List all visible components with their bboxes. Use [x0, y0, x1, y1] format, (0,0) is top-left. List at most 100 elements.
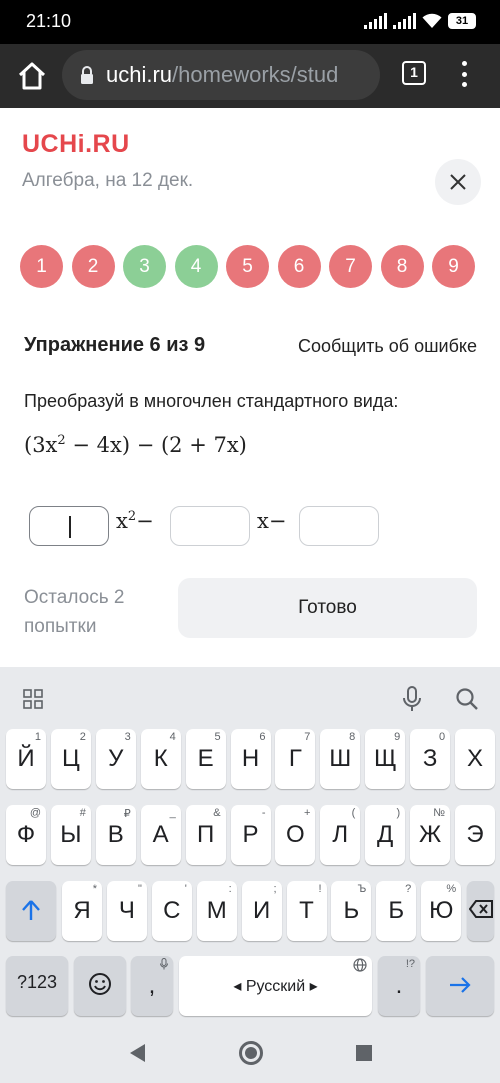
key-З[interactable]: 0З [410, 729, 451, 789]
step-1[interactable]: 1 [20, 245, 63, 288]
key-alt-label: !? [405, 958, 415, 970]
comma-key[interactable]: , [131, 956, 173, 1016]
recent-apps-icon[interactable] [356, 1045, 372, 1061]
emoji-icon [89, 973, 111, 995]
key-label: Ю [429, 897, 454, 924]
key-label: Ф [16, 821, 36, 848]
key-Л[interactable]: (Л [320, 805, 361, 865]
tab-switcher-button[interactable]: 1 [402, 61, 426, 85]
constant-input[interactable] [299, 506, 379, 546]
key-alt-label: ( [351, 807, 356, 819]
url-bar[interactable]: uchi.ru/homeworks/stud [62, 50, 380, 100]
key-label: У [108, 745, 124, 772]
key-К[interactable]: 4К [140, 729, 181, 789]
key-Т[interactable]: ! Т [286, 881, 327, 941]
symbols-key[interactable]: ?123 [6, 956, 68, 1016]
close-button[interactable] [435, 159, 481, 205]
apps-grid-icon[interactable] [23, 689, 43, 709]
key-Ч[interactable]: " Ч [106, 881, 147, 941]
key-П[interactable]: & П [185, 805, 226, 865]
emoji-key[interactable] [74, 956, 126, 1016]
key-alt-label: _ [169, 807, 176, 819]
key-Э[interactable]: Э [455, 805, 495, 865]
step-6[interactable]: 6 [277, 245, 321, 288]
step-2[interactable]: 2 [71, 245, 115, 288]
key-label [6, 897, 56, 928]
step-5[interactable]: 5 [226, 245, 269, 288]
key-label: С [163, 897, 181, 924]
key-label: Ч [118, 897, 135, 924]
backspace-key[interactable] [467, 881, 494, 941]
back-icon[interactable] [128, 1043, 146, 1063]
key-label: Д [377, 821, 394, 848]
step-3[interactable]: 3 [123, 245, 166, 288]
key-Ы[interactable]: # Ы [50, 805, 91, 865]
coef-x2-input[interactable] [29, 506, 109, 546]
report-error-link[interactable]: Сообщить об ошибке [298, 336, 477, 357]
key-alt-label: # [79, 807, 86, 819]
shift-key[interactable] [6, 881, 56, 941]
key-С[interactable]: ' С [151, 881, 192, 941]
key-О[interactable]: + О [275, 805, 316, 865]
home-nav-icon[interactable] [239, 1041, 263, 1065]
more-menu-icon[interactable] [458, 58, 470, 90]
lang-right-arrow: ▸ [305, 978, 318, 995]
url-host: uchi.ru [106, 62, 173, 87]
onscreen-keyboard: 1 Й 2 Ц 3 У 4 К 5 Е 6 Н 7 Г 8 Ш 9 Щ 0 З Х @ Ф # Ы ₽ В _ А & П - Р + О(Л) Д №… [0, 667, 500, 1023]
step-8[interactable]: 8 [380, 245, 424, 288]
enter-key[interactable] [426, 956, 494, 1016]
key-Г[interactable]: 7Г [275, 729, 316, 789]
key-alt-label: 7 [304, 731, 311, 743]
x2-label-base: x [116, 509, 128, 533]
key-label [74, 972, 126, 1003]
step-7[interactable]: 7 [329, 245, 372, 288]
globe-icon [353, 958, 367, 975]
x2-label-exponent: 2 [127, 509, 137, 524]
key-М[interactable]: :М [196, 881, 237, 941]
key-В[interactable]: ₽ В [95, 805, 136, 865]
space-key[interactable]: ◂ Русский ▸ [179, 956, 372, 1016]
key-Ю[interactable]: % Ю [421, 881, 462, 941]
key-alt-label: ₽ [123, 808, 131, 820]
search-icon[interactable] [455, 687, 479, 711]
home-icon[interactable] [16, 60, 48, 92]
key-label: Б [388, 897, 405, 924]
period-key[interactable]: !?. [378, 956, 420, 1016]
key-И[interactable]: ; И [241, 881, 282, 941]
key-Д[interactable]: ) Д [365, 805, 406, 865]
exercise-progress: 123456789 [20, 245, 475, 288]
key-Х[interactable]: Х [455, 729, 495, 789]
key-Н[interactable]: 6Н [230, 729, 271, 789]
step-9[interactable]: 9 [432, 245, 475, 288]
microphone-icon[interactable] [402, 686, 422, 712]
x-label: x− [257, 509, 287, 533]
key-alt-label: + [303, 807, 311, 819]
done-button[interactable]: Готово [178, 578, 477, 638]
key-Ж[interactable]: № Ж [410, 805, 451, 865]
shift-icon [22, 900, 40, 920]
key-label: Э [466, 821, 484, 848]
key-Ц[interactable]: 2Ц [50, 729, 91, 789]
key-У[interactable]: 3У [95, 729, 136, 789]
key-label: Е [197, 745, 214, 772]
key-Ь[interactable]: ЪЬ [331, 881, 372, 941]
key-Б[interactable]: ? Б [376, 881, 417, 941]
key-Ш[interactable]: 8Ш [320, 729, 361, 789]
key-alt-label: & [213, 807, 221, 819]
key-Щ[interactable]: 9Щ [365, 729, 406, 789]
status-icons: 31 [364, 13, 476, 29]
key-label: О [286, 821, 305, 848]
status-bar: 21:10 31 [0, 0, 500, 44]
key-А[interactable]: _ А [140, 805, 181, 865]
key-Ф[interactable]: @ Ф [6, 805, 46, 865]
key-alt-label: 3 [124, 731, 131, 743]
key-Р[interactable]: -Р [230, 805, 271, 865]
step-4[interactable]: 4 [174, 245, 218, 288]
homework-subject: Алгебра, на 12 дек. [22, 170, 194, 191]
coef-x-input[interactable] [170, 506, 250, 546]
key-Я[interactable]: * Я [62, 881, 102, 941]
key-Й[interactable]: 1Й [6, 729, 46, 789]
key-label: Ж [419, 821, 442, 848]
text-cursor [69, 516, 71, 538]
key-Е[interactable]: 5Е [185, 729, 226, 789]
